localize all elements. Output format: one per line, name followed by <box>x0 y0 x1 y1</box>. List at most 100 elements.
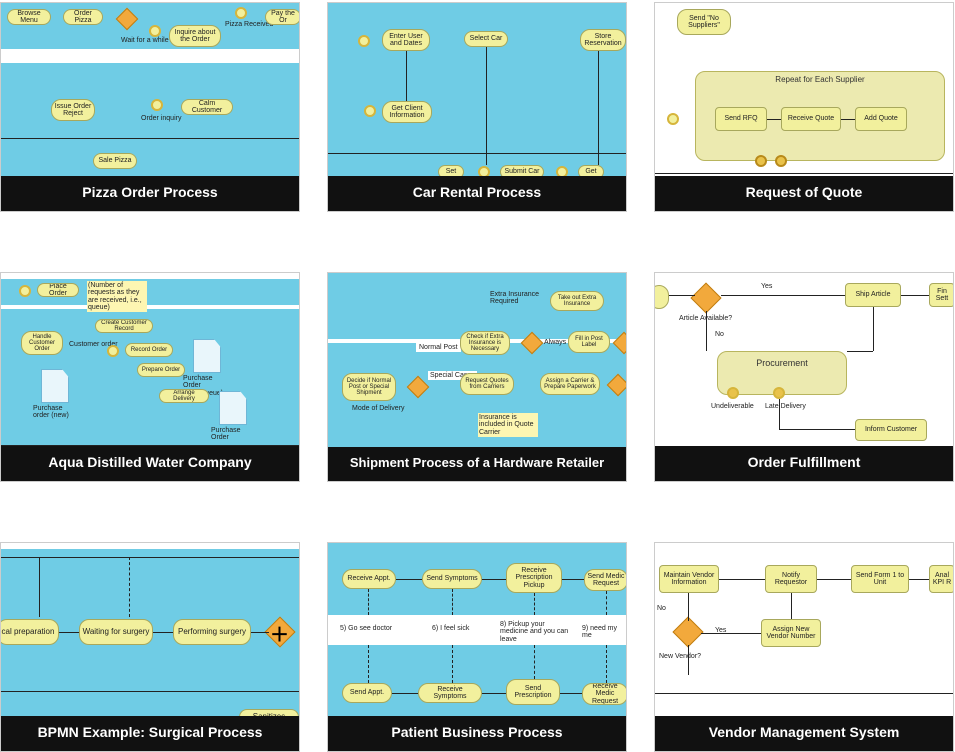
event-icon <box>107 345 119 357</box>
gateway-icon <box>407 376 430 399</box>
node: Send Prescription <box>506 679 560 705</box>
gateway-icon <box>613 332 626 355</box>
event-icon <box>364 105 376 117</box>
node: Receive Appt. <box>342 569 396 589</box>
node: Record Order <box>125 343 173 357</box>
note: (Number of requests as they are received… <box>87 281 147 312</box>
node: cal preparation <box>1 619 59 645</box>
node: Send "No Suppliers" <box>677 9 731 35</box>
card-car-rental[interactable]: Enter User and Dates Select Car Store Re… <box>327 2 627 212</box>
node: Fin Sett <box>929 283 953 307</box>
card-patient[interactable]: Receive Appt. Send Symptoms Receive Pres… <box>327 542 627 752</box>
node: Receive Quote <box>781 107 841 131</box>
node: Arrange Delivery <box>159 389 209 403</box>
node: Calm Customer <box>181 99 233 115</box>
subprocess-label: Procurement <box>756 358 808 368</box>
node: Request Quotes from Carriers <box>460 373 514 395</box>
thumb-surgical: cal preparation Waiting for surgery Perf… <box>1 543 299 716</box>
thumb-fulfillment: Yes Article Available? No Ship Article F… <box>655 273 953 446</box>
plus-icon: ＋ <box>270 620 289 647</box>
node: Select Car <box>464 31 508 47</box>
node: Notify Requestor <box>765 565 817 593</box>
card-caption: Pizza Order Process <box>1 176 299 211</box>
document-icon <box>193 339 221 373</box>
event-icon <box>556 166 568 176</box>
text-label: Undeliverable <box>711 403 754 410</box>
node: Ship Article <box>845 283 901 307</box>
card-caption: Request of Quote <box>655 176 953 211</box>
text-label: Normal Post <box>416 343 461 352</box>
node: Get <box>578 165 604 176</box>
node: Get Client Information <box>382 101 432 123</box>
node: Place Order <box>37 283 79 297</box>
text-label: Purchase order (new) <box>33 405 73 420</box>
node: Assign a Carrier & Prepare Paperwork <box>540 373 600 395</box>
card-order-fulfillment[interactable]: Yes Article Available? No Ship Article F… <box>654 272 954 482</box>
thumb-request-quote: Send "No Suppliers" Repeat for Each Supp… <box>655 3 953 176</box>
node: Add Quote <box>855 107 907 131</box>
card-surgical[interactable]: cal preparation Waiting for surgery Perf… <box>0 542 300 752</box>
event-icon <box>358 35 370 47</box>
card-vendor-mgmt[interactable]: Maintain Vendor Information Notify Reque… <box>654 542 954 752</box>
node: Issue Order Reject <box>51 99 95 121</box>
event-icon <box>667 113 679 125</box>
node: Store Reservation <box>580 29 626 51</box>
text-label: Extra Insurance Required <box>490 291 540 306</box>
node: Handle Customer Order <box>21 331 63 355</box>
node: Anal KPI R <box>929 565 953 593</box>
gateway-icon <box>521 332 544 355</box>
lane-label: 6) I feel sick <box>432 625 469 632</box>
template-grid: Browse Menu Order Pizza Inquire about th… <box>0 0 955 752</box>
node: Send Form 1 to Unit <box>851 565 909 593</box>
text-label: New Vendor? <box>659 653 701 660</box>
event-icon <box>478 166 490 176</box>
node: Inform Customer <box>855 419 927 441</box>
node: Waiting for surgery <box>79 619 153 645</box>
card-aqua-water[interactable]: Place Order (Number of requests as they … <box>0 272 300 482</box>
node: Create Customer Record <box>95 319 153 333</box>
thumb-vendor: Maintain Vendor Information Notify Reque… <box>655 543 953 716</box>
event-icon <box>235 7 247 19</box>
node: Performing surgery <box>173 619 251 645</box>
node: Decide if Normal Post or Special Shipmen… <box>342 373 396 401</box>
card-pizza-order[interactable]: Browse Menu Order Pizza Inquire about th… <box>0 2 300 212</box>
note: Insurance is included in Quote Carrier <box>478 413 538 437</box>
node: Maintain Vendor Information <box>659 565 719 593</box>
text-label: Purchase Order <box>211 427 255 442</box>
node: Sale Pizza <box>93 153 137 169</box>
card-caption: Shipment Process of a Hardware Retailer <box>328 447 626 481</box>
card-request-quote[interactable]: Send "No Suppliers" Repeat for Each Supp… <box>654 2 954 212</box>
text-label: Order inquiry <box>141 115 181 122</box>
node: Send Medic Request <box>584 569 626 591</box>
text-label: Yes <box>761 283 772 290</box>
node: Submit Car <box>500 165 544 176</box>
gateway-icon <box>607 374 626 397</box>
node: Order Pizza <box>63 9 103 25</box>
event-icon <box>151 99 163 111</box>
node: Send Symptoms <box>422 569 482 589</box>
container-title: Repeat for Each Supplier <box>775 75 864 84</box>
document-icon <box>41 369 69 403</box>
node: Fill in Post Label <box>568 331 610 353</box>
thumb-aqua: Place Order (Number of requests as they … <box>1 273 299 446</box>
gateway-icon <box>116 8 139 31</box>
card-caption: Patient Business Process <box>328 716 626 751</box>
event-icon <box>755 155 767 167</box>
event-icon <box>19 285 31 297</box>
node-edge <box>655 285 669 309</box>
card-caption: Car Rental Process <box>328 176 626 211</box>
node: Assign New Vendor Number <box>761 619 821 647</box>
node: Take out Extra Insurance <box>550 291 604 311</box>
node: Receive Medic Request <box>582 683 626 705</box>
thumb-shipment: Extra Insurance Required Take out Extra … <box>328 273 626 447</box>
event-icon <box>149 25 161 37</box>
node: Inquire about the Order <box>169 25 221 47</box>
card-caption: Vendor Management System <box>655 716 953 751</box>
document-icon <box>219 391 247 425</box>
node: Receive Prescription Pickup <box>506 563 562 593</box>
node: Browse Menu <box>7 9 51 25</box>
thumb-car-rental: Enter User and Dates Select Car Store Re… <box>328 3 626 176</box>
text-label: Late Delivery <box>765 403 806 410</box>
card-shipment[interactable]: Extra Insurance Required Take out Extra … <box>327 272 627 482</box>
node: Check if Extra Insurance is Necessary <box>460 331 510 355</box>
